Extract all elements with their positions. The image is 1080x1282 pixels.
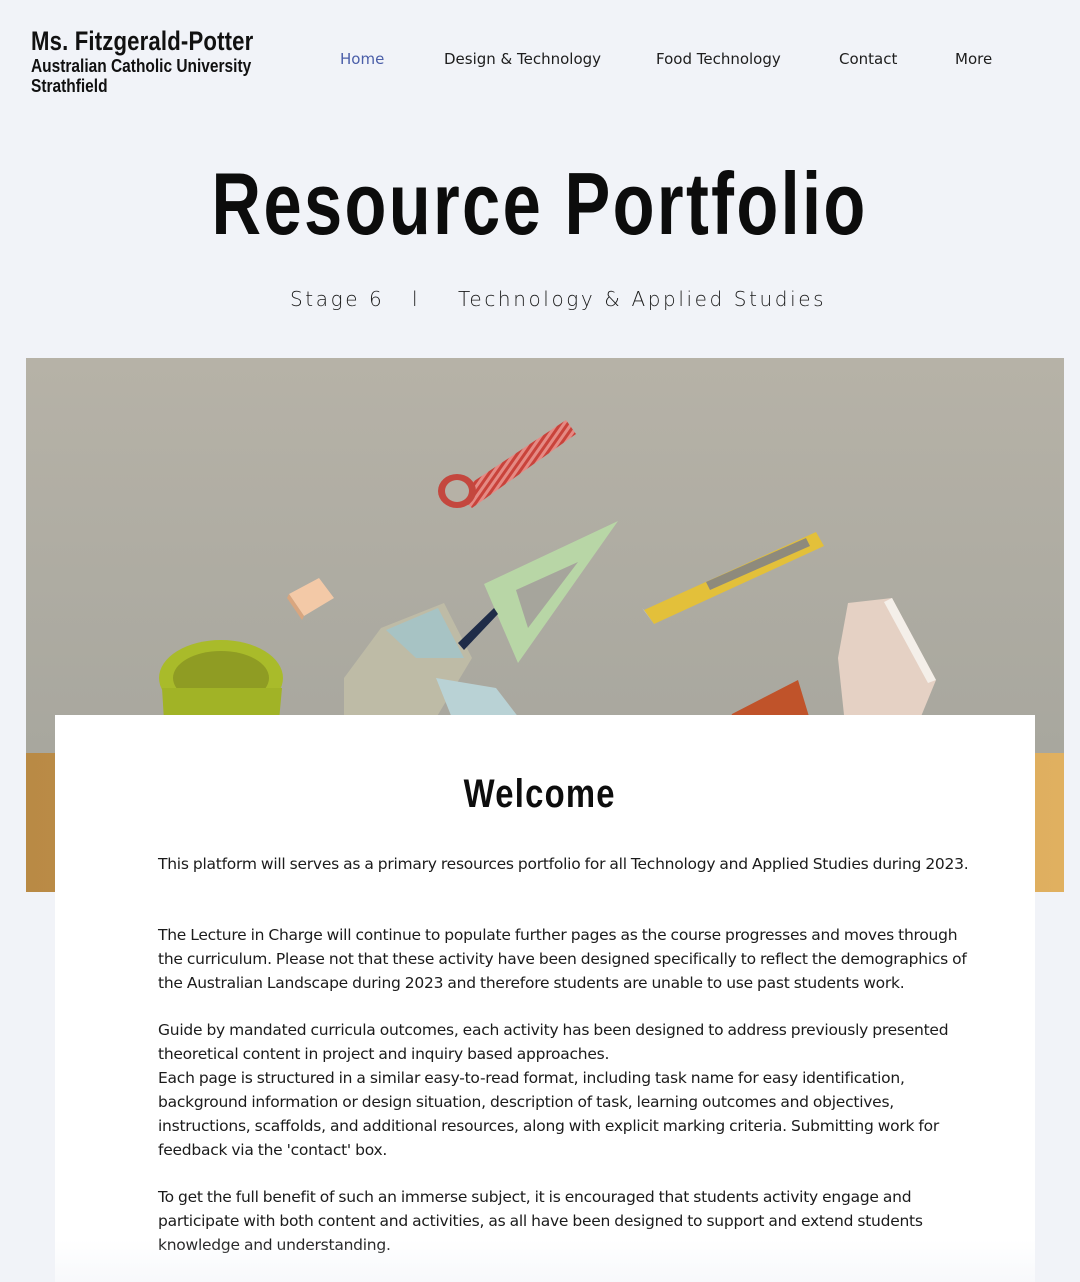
welcome-paragraph-4: Each page is structured in a similar eas… (158, 1069, 939, 1159)
welcome-heading: Welcome (0, 770, 1080, 818)
welcome-paragraph-2: The Lecture in Charge will continue to p… (158, 926, 967, 992)
site-tagline-campus: Strathfield (31, 76, 108, 96)
subtitle-stage: Stage 6 (290, 287, 385, 311)
welcome-heading-text: Welcome (463, 772, 617, 816)
nav-item-food-technology[interactable]: Food Technology (656, 48, 781, 70)
nav-item-design-technology[interactable]: Design & Technology (444, 48, 601, 70)
site-tagline-university: Australian Catholic University (31, 56, 252, 76)
nav-item-contact[interactable]: Contact (839, 48, 897, 70)
page-title: Resource Portfolio (0, 152, 1080, 256)
welcome-paragraph-1: This platform will serves as a primary r… (158, 855, 969, 873)
nav-item-home[interactable]: Home (340, 48, 384, 70)
site-name[interactable]: Ms. Fitzgerald-Potter (31, 26, 253, 56)
subtitle-separator: l (412, 287, 421, 311)
welcome-paragraph-3: Guide by mandated curricula outcomes, ea… (158, 1021, 949, 1063)
site-header: Ms. Fitzgerald-Potter Australian Catholi… (0, 0, 1080, 120)
subtitle-subject: Technology & Applied Studies (458, 287, 827, 311)
site-brand[interactable]: Ms. Fitzgerald-Potter Australian Catholi… (31, 26, 302, 96)
nav-item-more[interactable]: More (955, 48, 992, 70)
page-title-text: Resource Portfolio (211, 154, 869, 253)
card-fade-overlay (55, 1240, 1035, 1282)
